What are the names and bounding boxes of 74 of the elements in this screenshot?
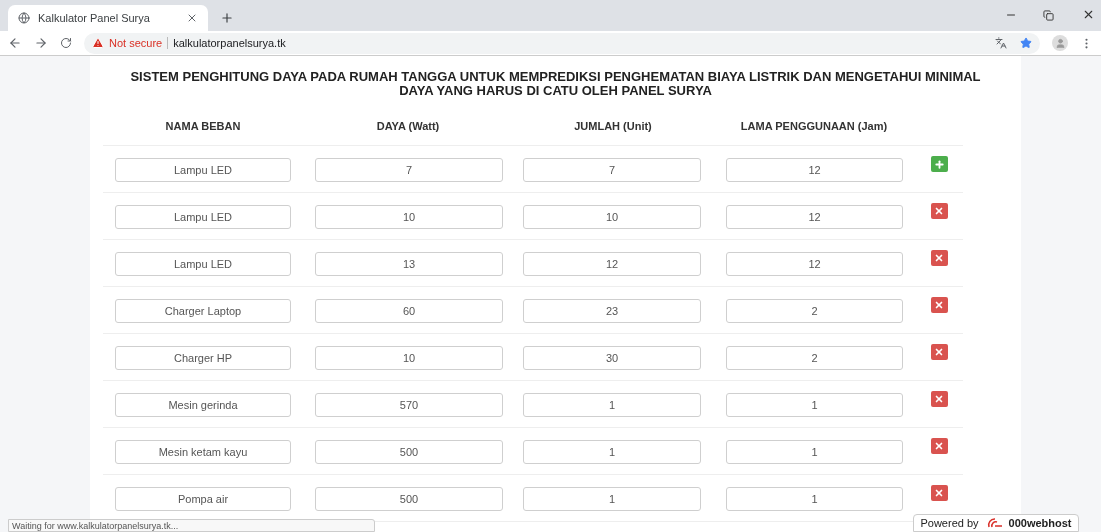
host-badge[interactable]: Powered by 000webhost bbox=[913, 514, 1079, 532]
input-field[interactable]: 30 bbox=[523, 345, 701, 370]
back-icon[interactable] bbox=[8, 36, 22, 50]
browser-tab[interactable]: Kalkulator Panel Surya bbox=[8, 5, 208, 31]
column-header: DAYA (Watt) bbox=[375, 119, 441, 135]
badge-brand: 000webhost bbox=[1008, 515, 1072, 531]
close-icon[interactable] bbox=[186, 12, 198, 24]
reload-icon[interactable] bbox=[60, 37, 72, 49]
badge-prefix: Powered by bbox=[920, 515, 979, 531]
close-icon bbox=[934, 253, 944, 263]
input-field[interactable]: 1 bbox=[726, 439, 903, 464]
url-field[interactable]: Not secure kalkulatorpanelsurya.tk bbox=[84, 32, 1040, 54]
input-field[interactable]: 12 bbox=[726, 251, 903, 276]
close-icon bbox=[934, 206, 944, 216]
input-field[interactable]: Mesin gerinda bbox=[115, 392, 291, 417]
input-field[interactable]: 2 bbox=[726, 345, 903, 370]
input-field[interactable]: Charger Laptop bbox=[115, 298, 291, 323]
security-label: Not secure bbox=[109, 35, 163, 51]
status-bubble: Waiting for www.kalkulatorpanelsurya.tk... bbox=[8, 519, 375, 532]
input-field[interactable]: 13 bbox=[315, 251, 503, 276]
input-field[interactable]: 10 bbox=[315, 204, 503, 229]
input-field[interactable]: 570 bbox=[315, 392, 503, 417]
input-field[interactable]: Mesin ketam kayu bbox=[115, 439, 291, 464]
tab-title: Kalkulator Panel Surya bbox=[38, 10, 151, 26]
input-field[interactable]: 2 bbox=[726, 298, 903, 323]
input-field[interactable]: Pompa air bbox=[115, 486, 291, 511]
column-header: LAMA PENGGUNAAN (Jam) bbox=[739, 119, 889, 135]
input-field[interactable]: 1 bbox=[523, 486, 701, 511]
input-field[interactable]: 12 bbox=[523, 251, 701, 276]
input-field[interactable]: 60 bbox=[315, 298, 503, 323]
input-field[interactable]: 1 bbox=[726, 486, 903, 511]
add-button[interactable] bbox=[930, 156, 948, 172]
input-field[interactable]: Lampu LED bbox=[115, 157, 291, 182]
avatar-icon[interactable] bbox=[1052, 35, 1068, 51]
page-title: SISTEM PENGHITUNG DAYA PADA RUMAH TANGGA UNTUK MEMPREDIKSI PENGHEMATAN BIAYA LISTRIK DAN MENGETAHUI MINIMAL DAYA YANG HARUS DI CATU OLEH PANEL SURYA bbox=[129, 70, 982, 98]
close-icon[interactable] bbox=[1082, 8, 1095, 21]
remove-button[interactable] bbox=[930, 438, 948, 454]
remove-button[interactable] bbox=[930, 344, 948, 360]
remove-button[interactable] bbox=[930, 485, 948, 501]
warning-icon bbox=[92, 37, 104, 49]
input-field[interactable]: Charger HP bbox=[115, 345, 291, 370]
input-field[interactable]: Lampu LED bbox=[115, 204, 291, 229]
input-field[interactable]: 23 bbox=[523, 298, 701, 323]
input-field[interactable]: 500 bbox=[315, 439, 503, 464]
close-icon bbox=[934, 394, 944, 404]
input-field[interactable]: Lampu LED bbox=[115, 251, 291, 276]
remove-button[interactable] bbox=[930, 297, 948, 313]
translate-icon[interactable] bbox=[995, 37, 1007, 49]
input-field[interactable]: 1 bbox=[523, 439, 701, 464]
globe-icon bbox=[18, 12, 30, 24]
column-header: NAMA BEBAN bbox=[164, 119, 242, 135]
input-field[interactable]: 1 bbox=[726, 392, 903, 417]
close-icon bbox=[934, 488, 944, 498]
close-icon bbox=[934, 441, 944, 451]
input-field[interactable]: 12 bbox=[726, 204, 903, 229]
input-field[interactable]: 1 bbox=[523, 392, 701, 417]
forward-icon[interactable] bbox=[34, 36, 48, 50]
input-field[interactable]: 7 bbox=[315, 157, 503, 182]
input-field[interactable]: 7 bbox=[523, 157, 701, 182]
input-field[interactable]: 12 bbox=[726, 157, 903, 182]
column-header: JUMLAH (Unit) bbox=[573, 119, 653, 135]
url-text: kalkulatorpanelsurya.tk bbox=[173, 35, 286, 51]
input-field[interactable]: 500 bbox=[315, 486, 503, 511]
remove-button[interactable] bbox=[930, 391, 948, 407]
input-field[interactable]: 10 bbox=[523, 204, 701, 229]
input-field[interactable]: 10 bbox=[315, 345, 503, 370]
star-icon[interactable] bbox=[1020, 37, 1032, 49]
restore-icon[interactable] bbox=[1043, 10, 1054, 21]
new-tab-icon[interactable] bbox=[220, 11, 234, 25]
close-icon bbox=[934, 300, 944, 310]
remove-button[interactable] bbox=[930, 250, 948, 266]
close-icon bbox=[934, 347, 944, 357]
remove-button[interactable] bbox=[930, 203, 948, 219]
plus-icon bbox=[933, 158, 945, 170]
